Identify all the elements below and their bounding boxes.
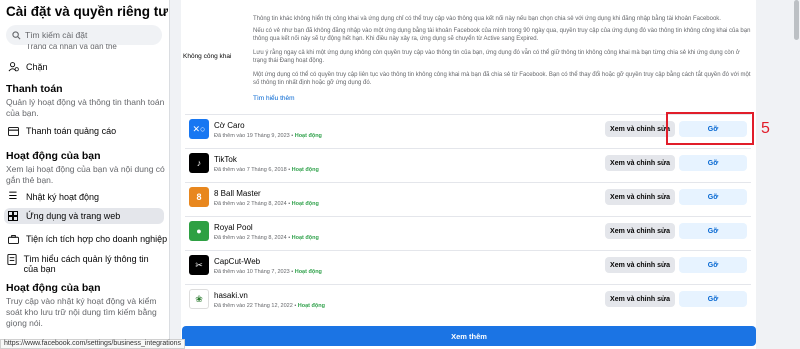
- app-meta: Đã thêm vào 22 Tháng 12, 2022 • Hoạt độn…: [214, 303, 325, 309]
- payments-description: Quản lý hoạt động và thông tin thanh toá…: [6, 97, 165, 118]
- info-paragraph-1: Thông tin khác không hiển thị công khai …: [253, 16, 721, 22]
- settings-sidebar: Cài đặt và quyền riêng tư Tìm kiếm cài đ…: [0, 0, 170, 349]
- sidebar-item-label: Thanh toán quảng cáo: [26, 126, 117, 136]
- sidebar-item-business-integrations[interactable]: Tiện ích tích hợp cho doanh nghiệp: [6, 234, 167, 244]
- scrollbar-thumb[interactable]: [794, 0, 799, 40]
- app-status: Hoạt động: [294, 133, 322, 139]
- 8ball-icon: 8: [189, 187, 209, 207]
- sidebar-item-label: Trang cá nhân và gắn thẻ: [26, 44, 117, 49]
- view-edit-button[interactable]: Xem và chỉnh sửa: [605, 257, 675, 273]
- view-edit-button[interactable]: Xem và chỉnh sửa: [605, 223, 675, 239]
- app-status: Hoạt động: [291, 235, 319, 241]
- app-row: ✂ CapCut-Web Đã thêm vào 10 Tháng 7, 2023 …: [185, 250, 751, 280]
- view-edit-button[interactable]: Xem và chỉnh sửa: [605, 189, 675, 205]
- app-name: CapCut-Web: [214, 257, 261, 266]
- block-user-icon: [6, 61, 20, 72]
- search-input[interactable]: Tìm kiếm cài đặt: [6, 25, 162, 45]
- info-document-icon: [6, 254, 18, 265]
- app-status: Hoạt động: [291, 167, 319, 173]
- briefcase-icon: [6, 234, 20, 244]
- sidebar-item-apps-websites[interactable]: Ứng dụng và trang web: [4, 208, 164, 224]
- payments-heading: Thanh toán: [6, 83, 63, 95]
- info-paragraph-2: Nếu có vẻ như bạn đã không đăng nhập vào…: [253, 28, 751, 42]
- app-added-date: Đã thêm vào 22 Tháng 12, 2022 •: [214, 303, 298, 309]
- app-meta: Đã thêm vào 19 Tháng 9, 2023 • Hoạt động: [214, 133, 322, 139]
- app-added-date: Đã thêm vào 7 Tháng 6, 2018 •: [214, 167, 292, 173]
- royal-pool-icon: ●: [189, 221, 209, 241]
- remove-button[interactable]: Gỡ: [679, 155, 747, 171]
- search-placeholder: Tìm kiếm cài đặt: [25, 30, 88, 40]
- activity-heading: Hoạt động của bạn: [6, 150, 101, 162]
- sidebar-item-activity-log[interactable]: ☰ Nhật ký hoạt động: [6, 191, 100, 202]
- sidebar-item-label: Nhật ký hoạt động: [26, 191, 100, 202]
- your-activity-description: Truy cập vào nhật ký hoạt động và kiểm s…: [6, 296, 157, 328]
- non-public-label: Không công khai: [183, 53, 232, 60]
- app-row: ❀ hasaki.vn Đã thêm vào 22 Tháng 12, 2022 …: [185, 284, 751, 314]
- app-meta: Đã thêm vào 2 Tháng 8, 2024 • Hoạt động: [214, 201, 319, 207]
- sidebar-item-label: Ứng dụng và trang web: [26, 211, 121, 221]
- app-meta: Đã thêm vào 7 Tháng 6, 2018 • Hoạt động: [214, 167, 319, 173]
- sidebar-item-label: Chặn: [26, 61, 48, 72]
- app-status: Hoạt động: [297, 303, 325, 309]
- apps-icon: [6, 211, 20, 221]
- view-edit-button[interactable]: Xem và chỉnh sửa: [605, 155, 675, 171]
- app-meta: Đã thêm vào 2 Tháng 8, 2024 • Hoạt động: [214, 235, 319, 241]
- search-icon: [12, 30, 21, 39]
- app-name: Royal Pool: [214, 223, 253, 232]
- info-paragraph-4: Một ứng dụng có thể có quyền truy cập li…: [253, 72, 751, 86]
- app-meta: Đã thêm vào 10 Tháng 7, 2023 • Hoạt động: [214, 269, 322, 275]
- caro-icon: ✕○: [189, 119, 209, 139]
- learn-more-link[interactable]: Tìm hiểu thêm: [253, 95, 295, 102]
- app-added-date: Đã thêm vào 2 Tháng 8, 2024 •: [214, 201, 292, 207]
- sidebar-item-manage-info[interactable]: Tìm hiểu cách quản lý thông tin của bạn: [6, 254, 156, 274]
- your-activity-heading: Hoạt động của bạn: [6, 282, 101, 294]
- app-added-date: Đã thêm vào 10 Tháng 7, 2023 •: [214, 269, 295, 275]
- app-name: hasaki.vn: [214, 291, 248, 300]
- hasaki-icon: ❀: [189, 289, 209, 309]
- app-added-date: Đã thêm vào 19 Tháng 9, 2023 •: [214, 133, 295, 139]
- sidebar-item-label: Tìm hiểu cách quản lý thông tin của bạn: [23, 254, 149, 274]
- activity-description: Xem lại hoạt động của bạn và nội dung có…: [6, 164, 165, 185]
- remove-button[interactable]: Gỡ: [679, 223, 747, 239]
- sidebar-item-ads-payments[interactable]: Thanh toán quảng cáo: [6, 126, 116, 136]
- app-name: 8 Ball Master: [214, 189, 261, 198]
- list-icon: ☰: [8, 191, 18, 202]
- remove-button[interactable]: Gỡ: [679, 291, 747, 307]
- scrollbar[interactable]: [792, 0, 800, 349]
- remove-highlight-box: [666, 112, 754, 145]
- view-edit-button[interactable]: Xem và chỉnh sửa: [605, 291, 675, 307]
- sidebar-item-profile-tagging[interactable]: Trang cá nhân và gắn thẻ: [6, 44, 117, 49]
- app-row: ● Royal Pool Đã thêm vào 2 Tháng 8, 2024 •…: [185, 216, 751, 246]
- status-url: https://www.facebook.com/settings/busine…: [0, 339, 186, 349]
- app-name: TikTok: [214, 155, 237, 164]
- app-row: ♪ TikTok Đã thêm vào 7 Tháng 6, 2018 • Hoạ…: [185, 148, 751, 178]
- see-more-button[interactable]: Xem thêm: [182, 326, 756, 346]
- app-name: Cờ Caro: [214, 121, 245, 130]
- app-status: Hoạt động: [294, 269, 322, 275]
- remove-button[interactable]: Gỡ: [679, 189, 747, 205]
- sidebar-item-label: Tiện ích tích hợp cho doanh nghiệp: [26, 234, 168, 244]
- info-paragraph-3: Lưu ý rằng ngay cả khi một ứng dụng khôn…: [253, 50, 740, 64]
- capcut-icon: ✂: [189, 255, 209, 275]
- sidebar-title: Cài đặt và quyền riêng tư: [6, 4, 169, 19]
- app-added-date: Đã thêm vào 2 Tháng 8, 2024 •: [214, 235, 292, 241]
- tiktok-icon: ♪: [189, 153, 209, 173]
- app-row: 8 8 Ball Master Đã thêm vào 2 Tháng 8, 202…: [185, 182, 751, 212]
- view-edit-button[interactable]: Xem và chỉnh sửa: [605, 121, 675, 137]
- sidebar-item-block[interactable]: Chặn: [6, 61, 48, 72]
- step-annotation: 5: [761, 120, 770, 137]
- credit-card-icon: [6, 126, 20, 136]
- app-status: Hoạt động: [291, 201, 319, 207]
- apps-websites-panel: Không công khai Thông tin khác không hiể…: [181, 0, 756, 349]
- remove-button[interactable]: Gỡ: [679, 257, 747, 273]
